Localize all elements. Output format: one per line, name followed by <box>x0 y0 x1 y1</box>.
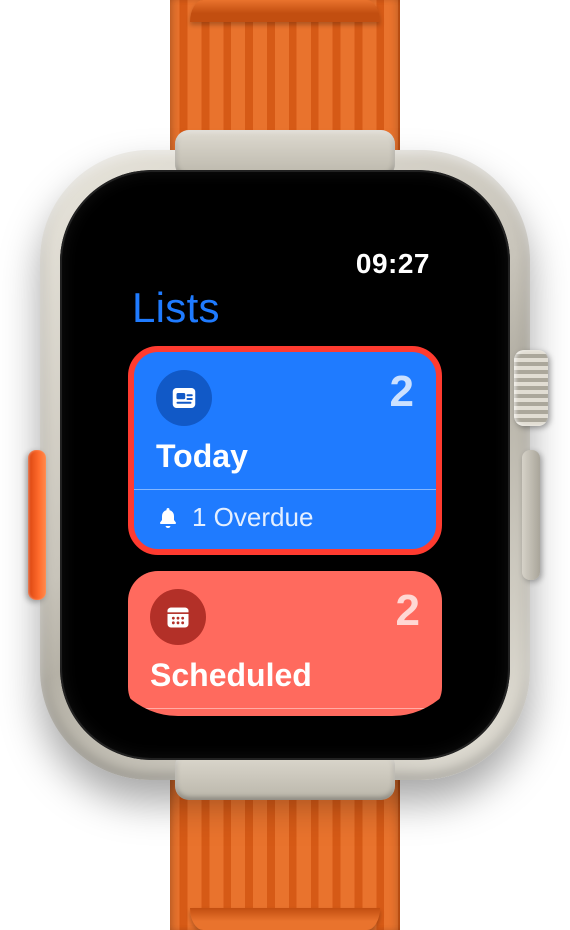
watch-screen: 09:27 Lists 2 <box>104 214 466 716</box>
list-card-today[interactable]: 2 Today 1 Overdue <box>128 346 442 555</box>
today-icon <box>156 370 212 426</box>
scheduled-label: Scheduled <box>150 657 420 694</box>
watch-case: 09:27 Lists 2 <box>40 150 530 780</box>
scheduled-count: 2 <box>396 589 420 633</box>
bell-icon <box>156 506 180 530</box>
status-bar: 09:27 <box>128 244 442 280</box>
screen-title: Lists <box>128 284 442 332</box>
digital-crown[interactable] <box>514 350 548 426</box>
list-card-scheduled[interactable]: 2 Scheduled <box>128 571 442 716</box>
scheduled-icon <box>150 589 206 645</box>
today-count: 2 <box>390 370 414 414</box>
today-overdue-label: 1 Overdue <box>192 502 313 533</box>
clock-time: 09:27 <box>356 248 430 280</box>
card-divider <box>128 708 442 709</box>
today-label: Today <box>156 438 414 475</box>
today-overdue-row: 1 Overdue <box>156 490 414 533</box>
action-button[interactable] <box>28 450 46 600</box>
side-button[interactable] <box>522 450 540 580</box>
watch-bezel: 09:27 Lists 2 <box>60 170 510 760</box>
